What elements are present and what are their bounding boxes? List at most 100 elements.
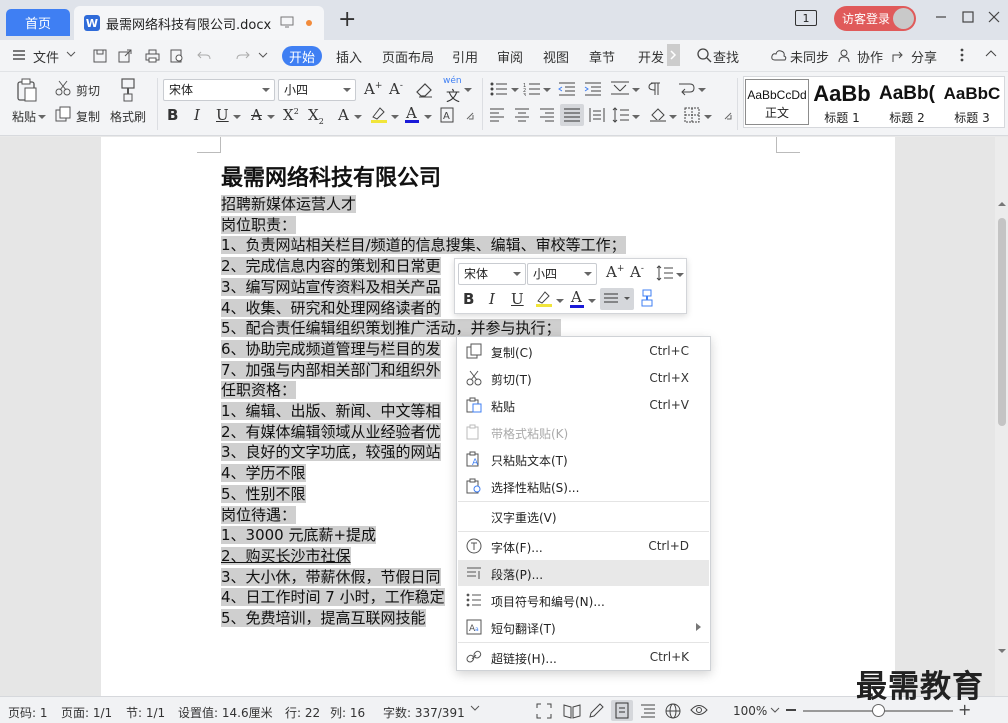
copy-button[interactable]: 复制 [76,108,100,125]
style-heading-1[interactable]: AaBb 标题 1 [810,81,874,126]
eye-protection-icon[interactable] [690,703,708,717]
format-painter-icon[interactable] [640,289,654,307]
undo-icon[interactable] [197,50,211,62]
text-direction-icon[interactable] [678,80,696,96]
page-count-badge[interactable]: 1 [795,10,817,26]
tab-insert[interactable]: 插入 [336,47,362,66]
chevron-down-icon[interactable] [424,114,432,120]
format-painter-button[interactable]: 格式刷 [110,108,146,125]
mini-align-button[interactable] [600,288,634,310]
tab-home[interactable]: 开始 [282,46,322,66]
file-menu[interactable]: 文件 [33,47,59,66]
style-heading-2[interactable]: AaBb( 标题 2 [875,81,939,126]
chevron-down-icon[interactable] [669,114,677,120]
print-preview-icon[interactable] [170,49,184,63]
mini-font-select[interactable]: 宋体 [458,263,526,285]
copy-icon[interactable] [55,106,71,122]
decrease-font-icon[interactable]: A- [630,263,644,281]
ctx-copy[interactable]: 复制(C) Ctrl+C [458,338,709,364]
share-button[interactable]: 分享 [911,47,937,66]
chinese-layout-icon[interactable] [610,80,630,96]
italic-icon[interactable]: I [489,290,495,308]
align-center-icon[interactable] [514,108,530,122]
zoom-slider[interactable] [803,704,953,717]
pinyin-guide-icon[interactable]: wén [443,76,462,86]
zoom-out-icon[interactable] [786,709,796,711]
read-mode-icon[interactable] [563,703,581,719]
cloud-icon[interactable] [771,49,787,61]
ctx-paste-format[interactable]: 带格式粘贴(K) [458,419,709,445]
status-col[interactable]: 列: 16 [330,704,365,721]
chevron-down-icon[interactable] [676,272,684,278]
tab-developer[interactable]: 开发 [638,47,664,66]
document-line[interactable]: 2、购买长沙市社保 [221,546,351,567]
chevron-down-icon[interactable] [354,114,362,120]
chevron-down-icon[interactable] [66,50,76,58]
document-line[interactable]: 招聘新媒体运营人才 [221,194,357,215]
chevron-down-icon[interactable] [770,706,780,714]
style-normal[interactable]: AaBbCcDd 正文 [745,79,809,125]
status-word-count[interactable]: 字数: 337/391 [383,704,465,721]
ctx-reselect-chars[interactable]: 汉字重选(V) [458,503,709,529]
align-left-icon[interactable] [489,108,505,122]
document-line[interactable]: 5、免费培训，提高互联网技能 [221,608,426,629]
clear-format-icon[interactable] [416,82,434,98]
document-line[interactable]: 任职资格： [221,380,297,401]
paste-label[interactable]: 粘贴 [12,108,36,125]
subscript-icon[interactable]: X2 [308,106,324,126]
search-icon[interactable] [697,48,712,63]
paragraph-dialog-icon[interactable] [724,112,732,120]
mini-size-select[interactable]: 小四 [527,263,597,285]
tab-references[interactable]: 引用 [452,47,478,66]
underline-icon[interactable]: U [511,290,524,308]
bold-icon[interactable]: B [463,290,474,308]
chevron-down-icon[interactable] [632,114,640,120]
strikethrough-icon[interactable]: A [251,106,262,124]
collapse-ribbon-icon[interactable] [985,50,997,58]
increase-font-icon[interactable]: A+ [606,263,624,281]
document-line[interactable]: 7、加强与内部相关部门和组织外 [221,360,441,381]
chevron-down-icon[interactable] [267,114,275,120]
minimize-icon[interactable] [934,10,948,24]
show-marks-icon[interactable] [647,82,661,96]
menu-icon[interactable] [12,48,26,62]
status-section[interactable]: 节: 1/1 [126,704,165,721]
document-line[interactable]: 岗位待遇： [221,505,297,526]
chevron-down-icon[interactable] [511,87,519,93]
document-line[interactable]: 3、编写网站宣传资料及相关产品 [221,277,441,298]
document-tab[interactable]: W 最需网络科技有限公司.docx [74,6,324,40]
monitor-icon[interactable] [280,16,294,28]
document-line[interactable]: 2、完成信息内容的策划和日常更 [221,256,441,277]
ctx-paste-text[interactable]: A 只粘贴文本(T) [458,446,709,472]
print-icon[interactable] [145,49,160,63]
document-line[interactable]: 4、收集、研究和处理网络读者的 [221,298,441,319]
chevron-down-icon[interactable] [391,114,399,120]
outline-view-icon[interactable] [640,703,656,719]
highlight-icon[interactable] [370,106,388,124]
chevron-down-icon[interactable] [588,298,596,304]
italic-icon[interactable]: I [194,106,200,124]
chevron-down-icon[interactable] [632,87,640,93]
status-setting[interactable]: 设置值: 14.6厘米 [178,704,273,721]
status-pages[interactable]: 页面: 1/1 [61,704,112,721]
numbered-list-icon[interactable]: 123 [523,82,541,96]
save-icon[interactable] [93,49,107,63]
chevron-down-icon[interactable] [543,87,551,93]
char-border-icon[interactable]: A [440,107,454,123]
page-view-button[interactable] [611,700,633,721]
document-line[interactable]: 4、学历不限 [221,463,306,484]
font-color-icon[interactable]: A [571,288,582,306]
scissors-icon[interactable] [55,80,71,96]
chevron-down-icon[interactable] [698,87,706,93]
justify-button[interactable] [560,104,584,126]
redo-icon[interactable] [236,50,250,62]
scrollbar-thumb[interactable] [998,218,1006,426]
ctx-paragraph[interactable]: 段落(P)... [458,560,709,586]
zoom-level[interactable]: 100% [733,704,767,718]
search-button[interactable]: 查找 [713,47,739,66]
tab-scroll-right-icon[interactable] [667,44,680,66]
text-effect-icon[interactable]: A [338,106,349,124]
font-family-select[interactable]: 宋体 [163,79,275,101]
scroll-down-icon[interactable] [997,647,1007,655]
document-line[interactable]: 3、良好的文字功底，较强的网站 [221,442,441,463]
